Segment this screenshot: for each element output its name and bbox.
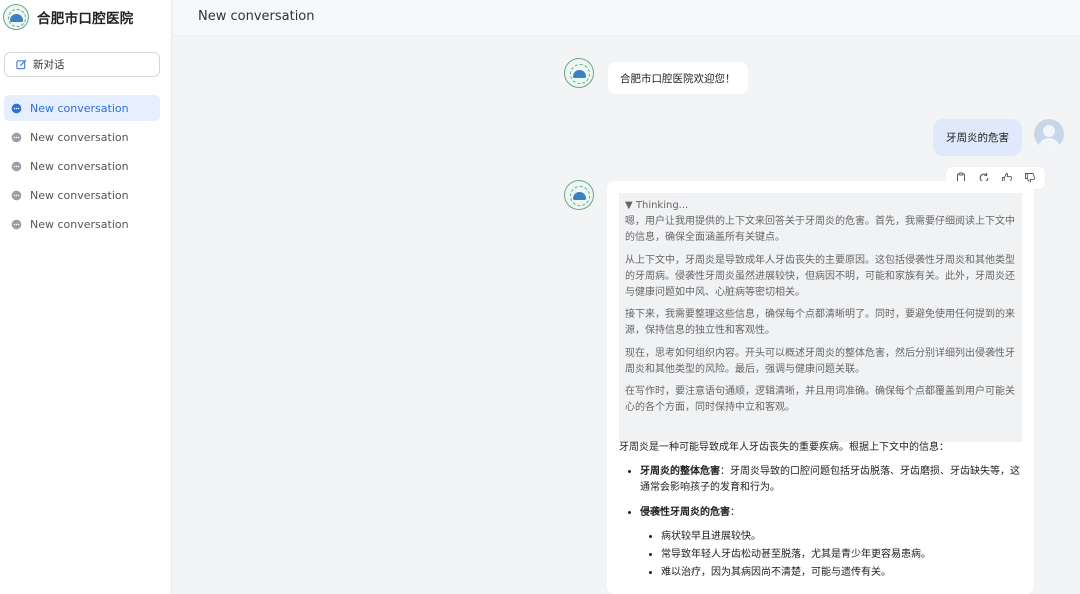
answer-point: 牙周炎的整体危害：牙周炎导致的口腔问题包括牙齿脱落、牙齿磨损、牙齿缺失等，这通常…	[640, 464, 1022, 496]
chat-bubble-icon	[11, 161, 22, 171]
conversation-title: New conversation	[198, 9, 315, 24]
conversation-list: New conversation New conversation New co…	[4, 95, 160, 240]
new-chat-label: 新对话	[33, 59, 65, 71]
answer-subpoint: 病状较早且进展较快。	[661, 529, 1022, 545]
chat-bubble-icon	[11, 132, 22, 142]
assistant-avatar	[564, 180, 594, 210]
conversation-label: New conversation	[30, 217, 129, 231]
thinking-panel: ▼ Thinking... 嗯，用户让我用提供的上下文来回答关于牙周炎的危害。首…	[619, 193, 1022, 442]
conversation-item[interactable]: New conversation	[4, 95, 160, 121]
answer-body: 牙周炎是一种可能导致成年人牙齿丧失的重要疾病。根据上下文中的信息： 牙周炎的整体…	[619, 440, 1022, 589]
answer-point-title: 侵袭性牙周炎的危害	[640, 506, 730, 518]
chat-bubble-icon	[11, 219, 22, 229]
conversation-item[interactable]: New conversation	[4, 211, 160, 237]
answer-point: 侵袭性牙周炎的危害： 病状较早且进展较快。 常导致年轻人牙齿松动甚至脱落，尤其是…	[640, 505, 1022, 582]
thinking-paragraph: 接下来，我需要整理这些信息，确保每个点都清晰明了。同时，要避免使用任何提到的来源…	[625, 309, 1015, 337]
answer-subpoint: 难以治疗，因为其病因尚不清楚，可能与遗传有关。	[661, 565, 1022, 581]
brand-name: 合肥市口腔医院	[37, 11, 134, 27]
welcome-text: 合肥市口腔医院欢迎您！	[620, 72, 736, 85]
brand: 合肥市口腔医院	[3, 2, 134, 32]
conversation-item[interactable]: New conversation	[4, 153, 160, 179]
user-question: 牙周炎的危害	[946, 132, 1009, 144]
conversation-label: New conversation	[30, 130, 129, 144]
user-avatar-head	[1043, 125, 1055, 137]
user-avatar-body	[1038, 138, 1060, 149]
thinking-paragraph: 从上下文中，牙周炎是导致成年人牙齿丧失的主要原因。这包括侵袭性牙周炎和其他类型的…	[625, 254, 1015, 299]
thinking-paragraph: 在写作时，要注意语句通顺，逻辑清晰，并且用词准确。确保每个点都覆盖到用户可能关心…	[625, 386, 1015, 414]
edit-icon	[16, 59, 27, 70]
conversation-label: New conversation	[30, 159, 129, 173]
thinking-paragraph: 现在，思考如何组织内容。开头可以概述牙周炎的整体危害，然后分别详细列出侵袭性牙周…	[625, 347, 1015, 375]
assistant-avatar	[564, 58, 594, 88]
answer-list: 牙周炎的整体危害：牙周炎导致的口腔问题包括牙齿脱落、牙齿磨损、牙齿缺失等，这通常…	[619, 464, 1022, 581]
user-avatar	[1034, 119, 1064, 149]
conversation-item[interactable]: New conversation	[4, 124, 160, 150]
new-chat-button[interactable]: 新对话	[4, 52, 160, 77]
assistant-answer-message: ▼ Thinking... 嗯，用户让我用提供的上下文来回答关于牙周炎的危害。首…	[607, 181, 1034, 594]
sidebar: 合肥市口腔医院 新对话 New conversation New convers…	[0, 0, 172, 594]
chat-bubble-icon	[11, 190, 22, 200]
assistant-message: 合肥市口腔医院欢迎您！	[608, 62, 748, 94]
chat-bubble-icon	[11, 103, 22, 113]
hospital-logo-icon	[3, 4, 29, 30]
top-bar: New conversation	[173, 0, 1080, 36]
answer-intro: 牙周炎是一种可能导致成年人牙齿丧失的重要疾病。根据上下文中的信息：	[619, 442, 949, 453]
thinking-toggle[interactable]: ▼ Thinking...	[625, 198, 1016, 214]
answer-point-title: 牙周炎的整体危害	[640, 466, 720, 478]
conversation-label: New conversation	[30, 188, 129, 202]
answer-point-colon: ：	[730, 506, 740, 518]
conversation-label: New conversation	[30, 101, 129, 115]
answer-subpoint: 常导致年轻人牙齿松动甚至脱落，尤其是青少年更容易患病。	[661, 547, 1022, 563]
answer-sublist: 病状较早且进展较快。 常导致年轻人牙齿松动甚至脱落，尤其是青少年更容易患病。 难…	[640, 529, 1022, 582]
conversation-item[interactable]: New conversation	[4, 182, 160, 208]
thinking-paragraph: 嗯，用户让我用提供的上下文来回答关于牙周炎的危害。首先，我需要仔细阅读上下文中的…	[625, 216, 1015, 244]
user-message: 牙周炎的危害	[933, 119, 1022, 156]
